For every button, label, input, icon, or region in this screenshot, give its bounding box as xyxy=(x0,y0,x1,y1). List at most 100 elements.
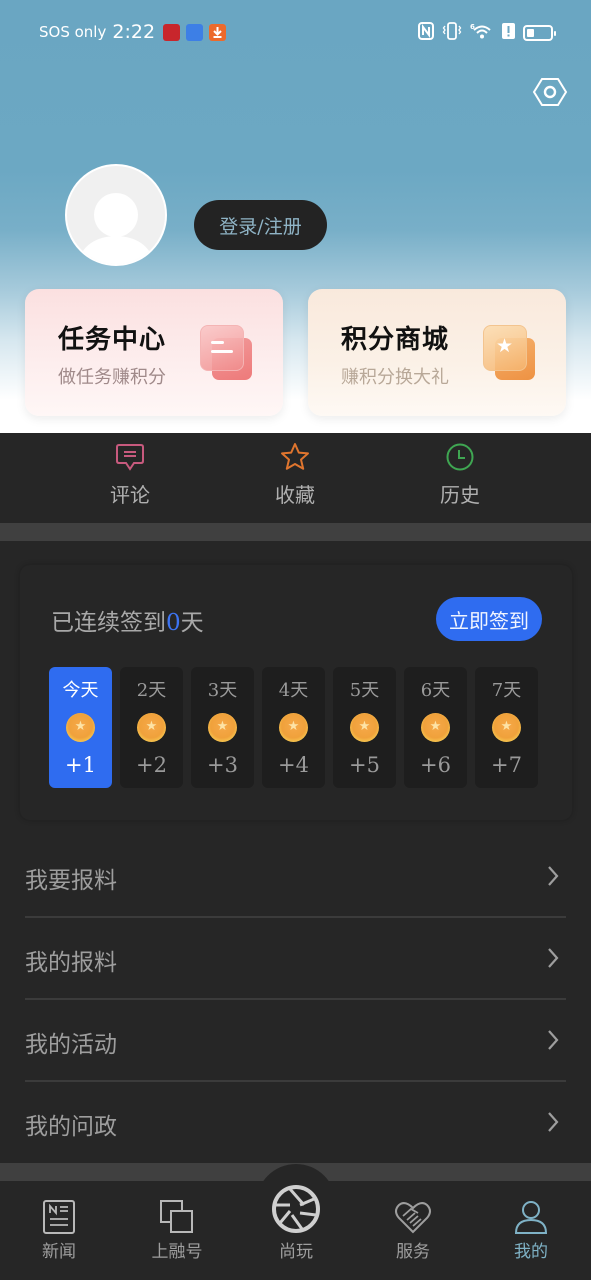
heart-handshake-icon xyxy=(395,1202,431,1234)
signin-day: 3天 ★ +3 xyxy=(191,667,254,788)
avatar[interactable] xyxy=(65,164,167,266)
day-label: 4天 xyxy=(278,680,309,701)
star-icon xyxy=(281,443,309,470)
user-icon xyxy=(514,1201,548,1234)
star-mall-icon: ★ xyxy=(483,325,539,381)
wifi-6-icon: 6 xyxy=(470,22,494,44)
status-bar: SOS only 2:22 6 xyxy=(0,18,591,48)
day-points: +5 xyxy=(349,753,380,777)
status-left: SOS only 2:22 xyxy=(39,21,227,43)
chevron-right-icon xyxy=(548,1112,559,1132)
coin-icon: ★ xyxy=(137,713,166,742)
nav-tab-shangrong[interactable]: 上融号 xyxy=(132,1199,222,1262)
coin-icon: ★ xyxy=(350,713,379,742)
camera-aperture-icon xyxy=(272,1185,320,1233)
comment-icon xyxy=(116,444,144,471)
signin-day: 今天 ★ +1 xyxy=(49,667,112,788)
vibrate-icon xyxy=(442,22,462,44)
nav-label: 我的 xyxy=(514,1242,548,1262)
chevron-right-icon xyxy=(548,948,559,968)
menu-item-submit-tip[interactable]: 我要报料 xyxy=(25,836,566,918)
signin-streak-text: 已连续签到0天 xyxy=(51,603,204,637)
chevron-right-icon xyxy=(548,1030,559,1050)
nav-tab-shangwan[interactable]: 尚玩 xyxy=(251,1183,341,1262)
quick-actions: 评论 收藏 历史 xyxy=(0,433,591,523)
card-subtitle: 赚积分换大礼 xyxy=(341,367,449,388)
day-label: 7天 xyxy=(491,680,522,701)
nav-tab-news[interactable]: 新闻 xyxy=(14,1199,104,1262)
nfc-icon xyxy=(418,22,434,44)
day-points: +4 xyxy=(278,753,309,777)
news-icon xyxy=(43,1200,75,1234)
day-label: 5天 xyxy=(349,680,380,701)
coin-icon: ★ xyxy=(66,713,95,742)
avatar-body-shape xyxy=(80,236,152,264)
coin-icon: ★ xyxy=(279,713,308,742)
history-button[interactable]: 历史 xyxy=(420,441,500,508)
day-points: +1 xyxy=(65,753,96,777)
card-title: 任务中心 xyxy=(58,325,167,355)
history-label: 历史 xyxy=(440,483,480,507)
copy-squares-icon xyxy=(160,1200,193,1233)
status-right: 6 xyxy=(418,22,556,44)
coin-icon: ★ xyxy=(492,713,521,742)
signin-day: 5天 ★ +5 xyxy=(333,667,396,788)
day-points: +6 xyxy=(420,753,451,777)
news-app-icon xyxy=(163,23,181,41)
day-points: +7 xyxy=(491,753,522,777)
carrier-text: SOS only xyxy=(39,23,107,41)
day-points: +2 xyxy=(136,753,167,777)
nav-label: 新闻 xyxy=(42,1242,76,1262)
signin-days: 今天 ★ +1 2天 ★ +2 3天 ★ +3 4天 ★ +4 5天 ★ +5 … xyxy=(49,667,538,788)
nav-tab-mine[interactable]: 我的 xyxy=(486,1199,576,1262)
clock-icon xyxy=(446,443,474,471)
menu-item-my-activities[interactable]: 我的活动 xyxy=(25,1000,566,1082)
menu-label: 我的活动 xyxy=(25,1032,117,1058)
task-center-card[interactable]: 任务中心 做任务赚积分 xyxy=(25,289,283,416)
card-title: 积分商城 xyxy=(341,325,450,355)
chevron-right-icon xyxy=(548,866,559,886)
nav-tab-services[interactable]: 服务 xyxy=(368,1199,458,1262)
coin-icon: ★ xyxy=(421,713,450,742)
bottom-nav: 新闻 上融号 尚玩 服务 我的 xyxy=(0,1181,591,1280)
profile-menu: 我要报料 我的报料 我的活动 我的问政 xyxy=(25,836,566,1164)
menu-item-my-inquiries[interactable]: 我的问政 xyxy=(25,1082,566,1164)
section-divider xyxy=(0,523,591,541)
signin-now-button[interactable]: 立即签到 xyxy=(436,597,542,641)
login-register-button[interactable]: 登录/注册 xyxy=(194,200,327,250)
day-label: 今天 xyxy=(62,680,99,701)
nav-label: 尚玩 xyxy=(279,1242,313,1262)
settings-hexagon-icon xyxy=(532,78,568,106)
signin-day: 7天 ★ +7 xyxy=(475,667,538,788)
menu-label: 我的问政 xyxy=(25,1114,117,1140)
points-mall-card[interactable]: 积分商城 赚积分换大礼 ★ xyxy=(308,289,566,416)
nav-label: 上融号 xyxy=(151,1242,203,1262)
alert-icon xyxy=(502,22,515,44)
favorites-button[interactable]: 收藏 xyxy=(255,441,335,508)
day-points: +3 xyxy=(207,753,238,777)
settings-button[interactable] xyxy=(532,74,568,110)
menu-label: 我要报料 xyxy=(25,868,117,894)
download-icon xyxy=(209,23,227,41)
browser-app-icon xyxy=(186,23,204,41)
signin-day: 2天 ★ +2 xyxy=(120,667,183,788)
task-list-icon xyxy=(200,325,256,381)
card-subtitle: 做任务赚积分 xyxy=(58,367,166,388)
comments-label: 评论 xyxy=(110,483,150,507)
menu-item-my-tips[interactable]: 我的报料 xyxy=(25,918,566,1000)
menu-label: 我的报料 xyxy=(25,950,117,976)
day-label: 6天 xyxy=(420,680,451,701)
battery-icon xyxy=(523,25,556,41)
nav-label: 服务 xyxy=(396,1242,430,1262)
day-label: 2天 xyxy=(136,680,167,701)
daily-signin-card: 已连续签到0天 立即签到 今天 ★ +1 2天 ★ +2 3天 ★ +3 4天 … xyxy=(20,565,572,820)
avatar-head-shape xyxy=(94,193,138,237)
clock-text: 2:22 xyxy=(112,21,156,43)
signin-suffix: 天 xyxy=(180,610,204,636)
comments-button[interactable]: 评论 xyxy=(90,441,170,508)
day-label: 3天 xyxy=(207,680,238,701)
favorites-label: 收藏 xyxy=(275,483,315,507)
coin-icon: ★ xyxy=(208,713,237,742)
signin-day: 6天 ★ +6 xyxy=(404,667,467,788)
signin-day: 4天 ★ +4 xyxy=(262,667,325,788)
